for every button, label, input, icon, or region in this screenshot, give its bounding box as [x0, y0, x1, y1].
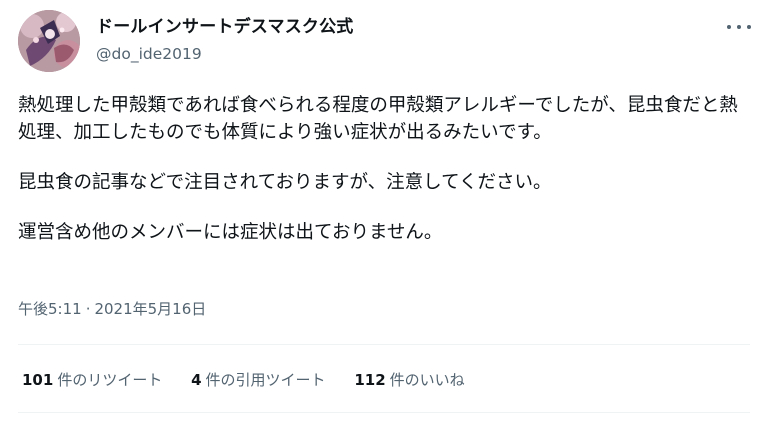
- tweet-paragraph: 熱処理した甲殻類であれば食べられる程度の甲殻類アレルギーでしたが、昆虫食だと熱処…: [18, 95, 738, 143]
- more-options-button[interactable]: [726, 20, 752, 34]
- quotes-label: 件の引用ツイート: [205, 371, 326, 389]
- user-handle[interactable]: @do_ide2019: [96, 44, 354, 64]
- more-horizontal-icon: [727, 25, 731, 29]
- tweet-paragraph: 昆虫食の記事などで注目されておりますが、注意してください。: [18, 172, 552, 193]
- quotes-count: 4: [191, 371, 202, 389]
- tweet-text: 熱処理した甲殻類であれば食べられる程度の甲殻類アレルギーでしたが、昆虫食だと熱処…: [18, 92, 754, 246]
- likes-label: 件のいいね: [389, 371, 465, 389]
- tweet-timestamp[interactable]: 午後5:11 · 2021年5月16日: [18, 299, 206, 319]
- avatar-image: [18, 10, 80, 72]
- timestamp-separator: ·: [85, 300, 91, 318]
- retweets-stat[interactable]: 101 件のリツイート: [22, 370, 162, 390]
- retweets-label: 件のリツイート: [57, 371, 163, 389]
- tweet: ドールインサートデスマスク公式 @do_ide2019 熱処理した甲殻類であれば…: [0, 0, 768, 422]
- likes-count: 112: [354, 371, 386, 389]
- divider: [18, 344, 750, 345]
- tweet-stats: 101 件のリツイート 4 件の引用ツイート 112 件のいいね: [22, 370, 489, 390]
- author-names: ドールインサートデスマスク公式 @do_ide2019: [96, 16, 354, 64]
- display-name[interactable]: ドールインサートデスマスク公式: [96, 16, 354, 38]
- avatar[interactable]: [18, 10, 80, 72]
- tweet-time[interactable]: 午後5:11: [18, 300, 82, 318]
- more-horizontal-icon-dot: [747, 25, 751, 29]
- likes-stat[interactable]: 112 件のいいね: [354, 370, 464, 390]
- more-horizontal-icon-dot: [737, 25, 741, 29]
- quotes-stat[interactable]: 4 件の引用ツイート: [191, 370, 325, 390]
- tweet-paragraph: 運営含め他のメンバーには症状は出ておりません。: [18, 222, 443, 243]
- tweet-date[interactable]: 2021年5月16日: [94, 300, 206, 318]
- retweets-count: 101: [22, 371, 54, 389]
- tweet-header: ドールインサートデスマスク公式 @do_ide2019: [18, 10, 758, 72]
- divider: [18, 412, 750, 413]
